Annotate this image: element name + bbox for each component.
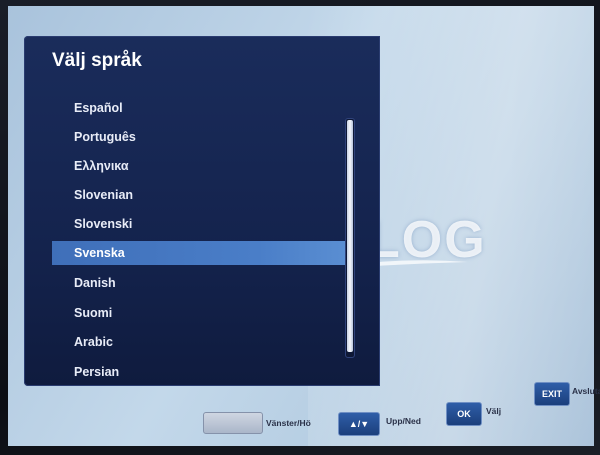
ok-hint: Välj <box>486 406 502 416</box>
language-item[interactable]: Arabic <box>52 330 346 354</box>
exit-hint: Avsluta <box>572 386 600 396</box>
language-item[interactable]: Ελληνικα <box>52 154 346 178</box>
language-item[interactable]: Slovenski <box>52 212 346 236</box>
menu-title: Välj språk <box>52 50 142 71</box>
language-item[interactable]: Português <box>52 125 346 149</box>
left-right-key <box>203 412 263 434</box>
language-item[interactable]: Español <box>52 96 346 120</box>
exit-key-icon: EXIT <box>534 382 570 406</box>
button-hint-bar: Vänster/Hö ▲/▼ Upp/Ned OK Välj EXIT Avsl… <box>8 382 600 446</box>
language-item[interactable]: Slovenian <box>52 183 346 207</box>
updown-key-icon: ▲/▼ <box>338 412 380 436</box>
language-item[interactable]: Danish <box>52 271 346 295</box>
language-item[interactable]: Suomi <box>52 301 346 325</box>
ok-key-icon: OK <box>446 402 482 426</box>
language-item-selected[interactable]: Svenska <box>52 241 346 265</box>
language-item[interactable]: Persian <box>52 360 346 384</box>
left-right-hint: Vänster/Hö <box>266 418 311 428</box>
scrollbar-thumb[interactable] <box>347 120 353 352</box>
updown-hint: Upp/Ned <box>386 416 421 426</box>
